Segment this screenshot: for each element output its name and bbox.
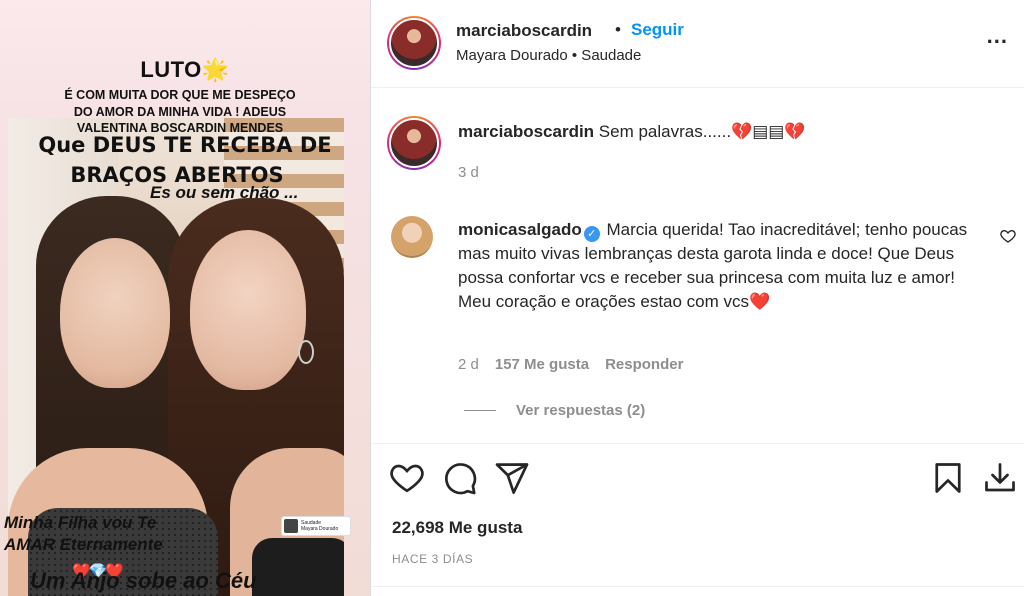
more-options-icon[interactable]: ... <box>987 25 1008 47</box>
caption-username[interactable]: marciaboscardin <box>458 122 594 141</box>
separator-dot: • <box>615 20 621 39</box>
story-filha-line: Minha Filha vou Te <box>4 513 157 532</box>
reply-button[interactable]: Responder <box>605 356 683 373</box>
verified-badge-icon: ✓ <box>583 226 600 242</box>
avatar-image <box>389 18 439 68</box>
follow-button[interactable]: Seguir <box>631 20 684 40</box>
share-icon[interactable] <box>494 460 530 496</box>
post-likes-count[interactable]: 22,698 Me gusta <box>392 518 522 538</box>
bookmark-icon[interactable] <box>930 460 966 496</box>
comment-icon[interactable] <box>442 460 478 496</box>
music-sticker-text: Saudade Mayara Dourado <box>301 520 338 532</box>
comment-likes[interactable]: 157 Me gusta <box>495 356 589 373</box>
story-deus-line1: Que DEUS TE RECEBA DE <box>38 133 332 157</box>
story-paragraph-line: DO AMOR DA MINHA VIDA ! ADEUS <box>73 104 287 119</box>
panel-divider <box>370 0 371 596</box>
story-paragraph-line: É COM MUITA DOR QUE ME DESPEÇO <box>64 88 296 102</box>
actions-divider <box>371 443 1024 444</box>
story-filha-text: Minha Filha vou Te AMAR Eternamente <box>4 512 224 556</box>
post-header: marciaboscardin • Seguir Mayara Dourado … <box>371 0 1024 88</box>
replies-line <box>464 410 496 411</box>
author-avatar[interactable] <box>387 16 441 70</box>
music-sticker: Saudade Mayara Dourado <box>282 517 350 535</box>
author-username[interactable]: marciaboscardin <box>456 21 592 41</box>
bottom-divider <box>371 586 1024 587</box>
photo-face-left <box>60 238 170 388</box>
caption-text: Sem palavras......💔▤▤💔 <box>598 122 806 141</box>
caption-avatar[interactable] <box>387 116 441 170</box>
view-replies-label: Ver respuestas (2) <box>516 402 646 419</box>
view-replies-button[interactable]: Ver respuestas (2) <box>464 402 645 419</box>
story-chao-text: Es ou sem chão ... <box>150 183 299 202</box>
commenter-username[interactable]: monicasalgado <box>458 220 582 239</box>
story-luto-text: LUTO🌟 <box>140 57 230 82</box>
commenter-avatar[interactable] <box>391 216 433 258</box>
story-paragraph: É COM MUITA DOR QUE ME DESPEÇO DO AMOR D… <box>20 87 340 137</box>
comment-like-icon[interactable] <box>1000 228 1016 249</box>
story-anjo-text: Um Anjo sobe ao Céu <box>30 568 257 593</box>
avatar-image <box>389 118 439 168</box>
music-artist: Mayara Dourado <box>301 526 339 532</box>
photo-face-right <box>190 230 306 390</box>
photo-earring <box>298 340 314 364</box>
comment-meta: 2 d 157 Me gusta Responder <box>458 356 683 373</box>
caption-timestamp[interactable]: 3 d <box>458 164 479 181</box>
caption: marciaboscardin Sem palavras......💔▤▤💔 <box>458 122 998 142</box>
comment-timestamp[interactable]: 2 d <box>458 356 479 373</box>
post-timestamp[interactable]: HACE 3 DÍAS <box>392 552 473 566</box>
audio-attribution[interactable]: Mayara Dourado • Saudade <box>456 47 641 64</box>
heart-icon[interactable] <box>389 460 425 496</box>
comment-body: monicasalgado ✓ Marcia querida! Tao inacr… <box>458 218 978 314</box>
download-icon[interactable] <box>982 460 1018 496</box>
music-thumb-icon <box>284 519 298 533</box>
post-image[interactable]: LUTO🌟 É COM MUITA DOR QUE ME DESPEÇO DO … <box>0 0 370 596</box>
story-filha-line: AMAR Eternamente <box>4 535 163 555</box>
